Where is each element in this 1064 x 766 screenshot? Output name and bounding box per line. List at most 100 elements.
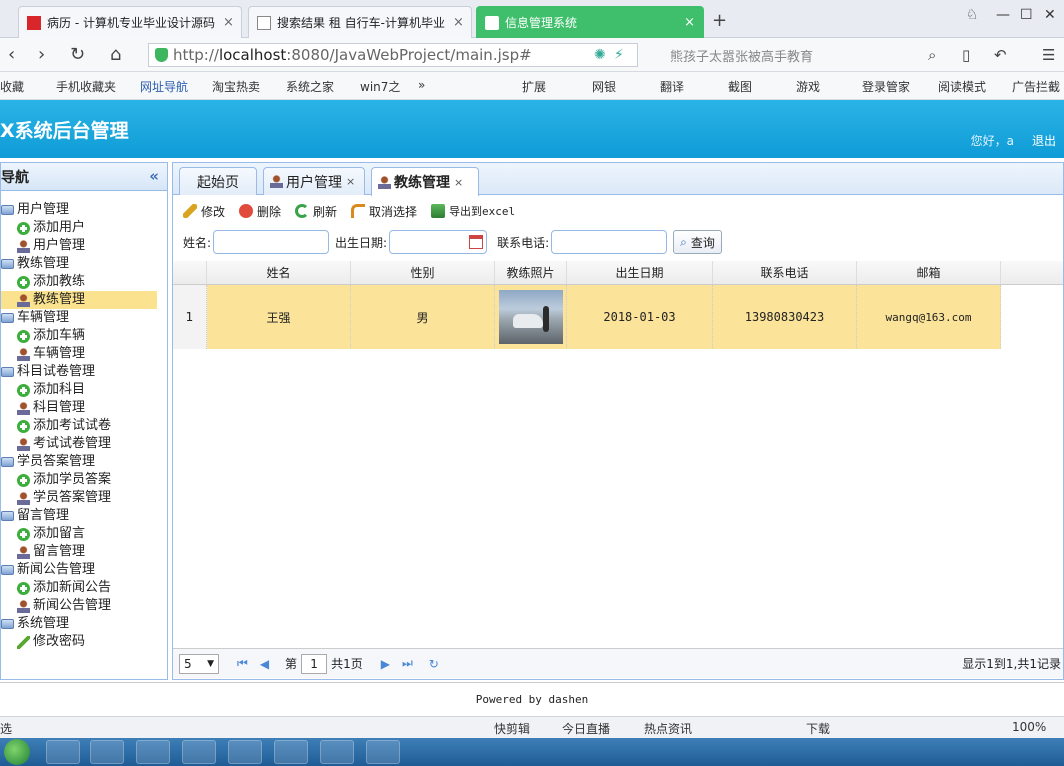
bookmark-item[interactable]: 网银	[592, 78, 616, 95]
menu-icon[interactable]: ☰	[1042, 46, 1055, 64]
taskbar-app-icon[interactable]	[90, 740, 124, 764]
last-page-icon[interactable]: ⏭	[402, 656, 413, 671]
tree-item[interactable]: 添加教练	[1, 273, 167, 291]
refresh-button[interactable]: 刷新	[295, 203, 337, 220]
close-tab-icon[interactable]: ×	[346, 175, 355, 188]
taskbar-app-icon[interactable]	[228, 740, 262, 764]
browser-tab-1[interactable]: 病历 - 计算机专业毕业设计源码 ×	[18, 6, 242, 38]
column-header[interactable]: 邮箱	[857, 261, 1001, 284]
deselect-button[interactable]: 取消选择	[351, 203, 417, 220]
logout-link[interactable]: 退出	[1032, 132, 1056, 149]
delete-button[interactable]: 删除	[239, 203, 281, 220]
name-input[interactable]	[213, 230, 330, 254]
tree-item[interactable]: 新闻公告管理	[1, 597, 167, 615]
search-input[interactable]: 熊孩子太嚣张被高手教育	[660, 43, 950, 67]
address-bar[interactable]: http://localhost:8080/JavaWebProject/mai…	[148, 43, 638, 67]
column-header[interactable]: 出生日期	[567, 261, 713, 284]
bookmark-item[interactable]: 手机收藏夹	[56, 78, 116, 95]
tree-item[interactable]: 科目管理	[1, 399, 167, 417]
maximize-icon[interactable]: ☐	[1020, 7, 1033, 23]
undo-icon[interactable]: ↶	[994, 46, 1007, 64]
tree-item[interactable]: 添加用户	[1, 219, 167, 237]
calendar-icon[interactable]	[469, 235, 484, 249]
collapse-sidebar-icon[interactable]: «	[149, 167, 159, 185]
bookmark-item[interactable]: 阅读模式	[938, 78, 986, 95]
tree-group[interactable]: 车辆管理	[1, 309, 167, 327]
new-tab-button[interactable]: +	[712, 10, 727, 31]
query-button[interactable]: ⌕ 查询	[673, 230, 722, 254]
minimize-icon[interactable]: —	[996, 7, 1010, 23]
tree-group[interactable]: 科目试卷管理	[1, 363, 167, 381]
tree-group[interactable]: 教练管理	[1, 255, 167, 273]
tree-item[interactable]: 添加车辆	[1, 327, 167, 345]
forward-icon[interactable]: ›	[38, 44, 45, 65]
bookmark-item[interactable]: 淘宝热卖	[212, 78, 260, 95]
bookmark-item[interactable]: 登录管家	[862, 78, 910, 95]
previous-page-icon[interactable]: ◀	[260, 657, 269, 671]
taskbar-app-icon[interactable]	[274, 740, 308, 764]
page-number-input[interactable]: 1	[301, 653, 328, 674]
reload-icon[interactable]: ↻	[429, 657, 439, 671]
tree-group[interactable]: 系统管理	[1, 615, 167, 633]
bookmark-item[interactable]: 游戏	[796, 78, 820, 95]
tree-item[interactable]: 车辆管理	[1, 345, 167, 363]
bookmark-item[interactable]: 系统之家	[286, 78, 334, 95]
tree-item[interactable]: 学员答案管理	[1, 489, 167, 507]
download-button[interactable]: 下载	[806, 720, 830, 737]
search-icon[interactable]: ⌕	[928, 46, 936, 64]
phone-input[interactable]	[551, 230, 668, 254]
bookmarks-more[interactable]: »	[418, 78, 425, 92]
tree-group[interactable]: 新闻公告管理	[1, 561, 167, 579]
tree-item[interactable]: 修改密码	[1, 633, 167, 651]
lightning-icon[interactable]: ⚡	[614, 47, 624, 63]
browser-tab-2[interactable]: 搜索结果 租 自行车-计算机毕业 ×	[248, 6, 472, 38]
bookmark-item[interactable]: 截图	[728, 78, 752, 95]
compat-icon[interactable]: ✺	[594, 47, 606, 63]
tab-coach-management[interactable]: 教练管理 ×	[371, 167, 479, 196]
taskbar-app-icon[interactable]	[320, 740, 354, 764]
tree-group[interactable]: 留言管理	[1, 507, 167, 525]
edit-button[interactable]: 修改	[183, 203, 225, 220]
bookmark-item[interactable]: 扩展	[522, 78, 546, 95]
birth-date-input[interactable]	[389, 230, 488, 254]
tree-group[interactable]: 用户管理	[1, 201, 167, 219]
hot-news-button[interactable]: 热点资讯	[644, 720, 692, 737]
page-size-select[interactable]: 5 ▼	[179, 653, 219, 674]
tree-item[interactable]: 添加科目	[1, 381, 167, 399]
skin-icon[interactable]: ♘	[966, 7, 979, 23]
next-page-icon[interactable]: ▶	[381, 657, 390, 671]
quick-clip-button[interactable]: 快剪辑	[494, 720, 530, 737]
export-excel-button[interactable]: 导出到excel	[431, 203, 515, 219]
tree-item[interactable]: 添加学员答案	[1, 471, 167, 489]
bookmark-item[interactable]: 收藏	[0, 78, 24, 95]
tree-item[interactable]: 添加留言	[1, 525, 167, 543]
column-header[interactable]: 性别	[351, 261, 495, 284]
start-button-icon[interactable]	[4, 739, 30, 765]
back-icon[interactable]: ‹	[8, 44, 15, 65]
table-row[interactable]: 1 王强 男 2018-01-03 13980830423 wangq@163.…	[173, 285, 1001, 349]
taskbar-app-icon[interactable]	[366, 740, 400, 764]
bookmark-item[interactable]: 翻译	[660, 78, 684, 95]
close-window-icon[interactable]: ✕	[1044, 7, 1056, 23]
tree-item[interactable]: 添加新闻公告	[1, 579, 167, 597]
taskbar-app-icon[interactable]	[136, 740, 170, 764]
tree-item[interactable]: 添加考试试卷	[1, 417, 167, 435]
column-header[interactable]: 联系电话	[713, 261, 857, 284]
home-icon[interactable]: ⌂	[110, 44, 121, 65]
tree-item[interactable]: 考试试卷管理	[1, 435, 167, 453]
reload-icon[interactable]: ↻	[70, 44, 85, 65]
column-header[interactable]: 姓名	[207, 261, 351, 284]
column-header[interactable]: 教练照片	[495, 261, 567, 284]
taskbar-app-icon[interactable]	[46, 740, 80, 764]
close-tab-icon[interactable]: ×	[445, 15, 464, 30]
tree-item[interactable]: 用户管理	[1, 237, 167, 255]
close-tab-icon[interactable]: ×	[676, 15, 695, 30]
tree-item[interactable]: 教练管理	[1, 291, 157, 309]
close-tab-icon[interactable]: ×	[215, 15, 234, 30]
zoom-level[interactable]: 100%	[1012, 720, 1046, 734]
close-tab-icon[interactable]: ×	[454, 176, 463, 189]
bookmark-item[interactable]: 广告拦截	[1012, 78, 1060, 95]
bookmark-item[interactable]: 网址导航	[140, 78, 188, 95]
taskbar-app-icon[interactable]	[182, 740, 216, 764]
tab-user-management[interactable]: 用户管理 ×	[263, 167, 365, 195]
